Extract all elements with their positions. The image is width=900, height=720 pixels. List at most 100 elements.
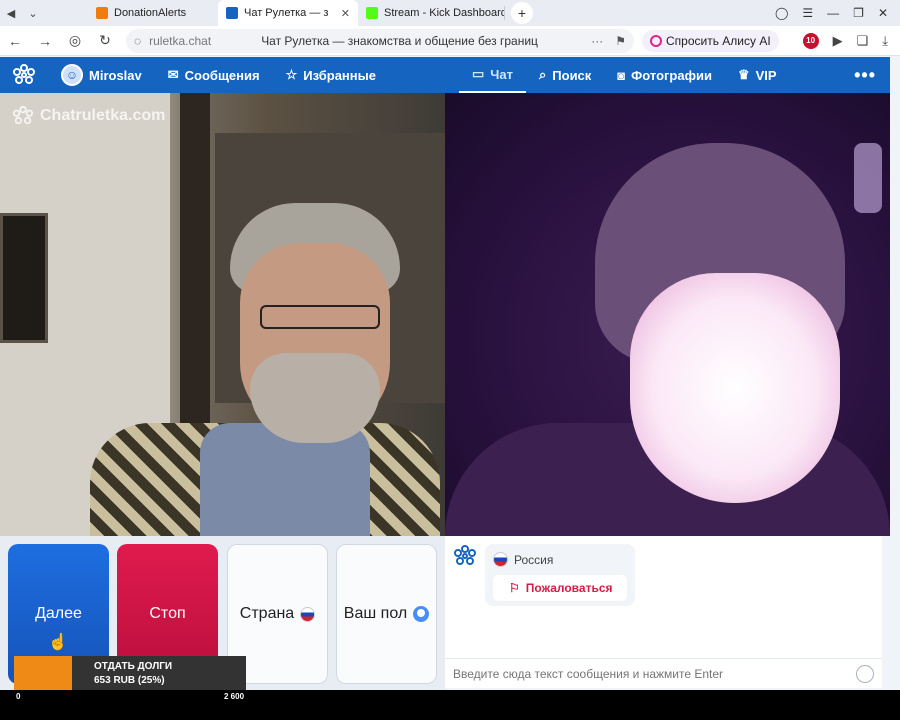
camera-icon: ◙ <box>617 67 626 83</box>
donation-progress-fill <box>14 656 72 690</box>
collections-icon[interactable]: ❏ <box>857 33 869 49</box>
tab-list-icon[interactable]: ⌄ <box>22 0 44 26</box>
wall-picture <box>0 213 48 343</box>
address-bar: ← → ◎ ↻ ◌ ruletka.chat Чат Рулетка — зна… <box>0 26 900 56</box>
twitch-pinned-tab[interactable] <box>44 0 66 26</box>
tab-label: Stream - Kick Dashboard <box>384 7 504 19</box>
alice-button[interactable]: Спросить Алису AI <box>642 29 779 52</box>
url-host: ruletka.chat <box>149 33 212 48</box>
site-header: ☺ Miroslav ✉ Сообщения ☆ Избранные ▭ Чат… <box>0 57 890 93</box>
report-label: Пожаловаться <box>525 581 613 595</box>
nav-messages[interactable]: ✉ Сообщения <box>155 57 273 93</box>
watermark-logo-icon <box>12 105 34 125</box>
chat-panel: Россия ⚐ Пожаловаться <box>445 536 882 688</box>
flag-icon: ⚐ <box>509 581 520 595</box>
tab-ruletka[interactable]: Чат Рулетка — знако ✕ <box>218 0 358 26</box>
gender-button[interactable]: Ваш пол <box>336 544 437 684</box>
forward-icon[interactable]: → <box>30 33 60 49</box>
tab-kick-dashboard[interactable]: Stream - Kick Dashboard <box>358 0 504 26</box>
nav-profile[interactable]: ☺ Miroslav <box>48 57 155 93</box>
new-tab-button[interactable]: + <box>511 2 533 24</box>
donation-amount: 653 RUB (25%) <box>94 675 165 686</box>
country-label: Страна <box>239 605 295 622</box>
donation-min: 0 <box>16 692 21 701</box>
ruletka-icon <box>226 7 238 19</box>
nav-messages-label: Сообщения <box>184 67 260 83</box>
nav-chat-label: Чат <box>490 66 513 82</box>
user-gender-icon <box>413 606 430 622</box>
speaker-icon[interactable]: ◀ <box>0 0 22 26</box>
donation-goal-widget: ОТДАТЬ ДОЛГИ 653 RUB (25%) <box>14 656 246 690</box>
restore-icon[interactable]: ❐ <box>853 6 864 20</box>
back-icon[interactable]: ← <box>0 33 30 49</box>
remote-face <box>630 273 840 503</box>
russia-flag-icon <box>300 606 316 622</box>
shield-icon: ◌ <box>134 33 142 48</box>
logo-icon[interactable] <box>0 63 48 87</box>
nav-chat[interactable]: ▭ Чат <box>458 57 526 93</box>
nav-search[interactable]: ⌕ Поиск <box>526 57 604 93</box>
more-menu-icon[interactable]: ••• <box>854 65 876 86</box>
nav-favorites-label: Избранные <box>303 67 376 83</box>
minimize-icon[interactable]: — <box>827 6 839 20</box>
avatar: ☺ <box>61 64 83 86</box>
nav-photos[interactable]: ◙ Фотографии <box>604 57 725 93</box>
browser-tabbar: ◀ ⌄ DonationAlerts Чат Рулетка — знако ✕… <box>0 0 900 26</box>
bookmark-icon[interactable]: ⚑ <box>615 34 626 48</box>
close-tab-icon[interactable]: ✕ <box>341 7 350 20</box>
twitch-pinned-tab-2[interactable] <box>66 0 88 26</box>
donation-max: 2 600 <box>224 692 245 701</box>
nav-favorites[interactable]: ☆ Избранные <box>273 57 389 93</box>
next-label: Далее <box>35 605 82 622</box>
donationalerts-icon <box>96 7 108 19</box>
chat-message-input[interactable] <box>453 666 843 681</box>
page-title: Чат Рулетка — знакомства и общение без г… <box>261 33 538 48</box>
close-window-icon[interactable]: ✕ <box>878 6 888 20</box>
yandex-icon[interactable]: ◎ <box>60 32 90 49</box>
cursor-icon: ☝ <box>48 634 68 651</box>
watermark-text: Chatruletka.com <box>40 107 166 124</box>
lamp-glow <box>854 143 882 213</box>
tab-divider <box>504 6 505 20</box>
chat-input-bar <box>445 658 882 688</box>
nav-search-label: Поиск <box>552 67 592 83</box>
alice-label: Спросить Алису AI <box>666 33 771 48</box>
donation-title: ОТДАТЬ ДОЛГИ <box>94 661 173 672</box>
media-icon[interactable]: ▶ <box>833 33 843 49</box>
profile-icon[interactable]: ◯ <box>775 6 788 20</box>
tab-label: Чат Рулетка — знако <box>244 7 329 19</box>
nav-vip[interactable]: ♛ VIP <box>725 57 790 93</box>
watermark: Chatruletka.com <box>12 105 165 127</box>
partner-info-bubble: Россия ⚐ Пожаловаться <box>485 544 635 606</box>
gender-label: Ваш пол <box>343 605 408 622</box>
more-dots-icon[interactable]: ··· <box>591 34 603 48</box>
donation-text: ОТДАТЬ ДОЛГИ 653 RUB (25%) <box>72 656 172 690</box>
stream-bottom-bar <box>0 690 900 720</box>
local-person <box>90 203 440 536</box>
url-field[interactable]: ◌ ruletka.chat Чат Рулетка — знакомства … <box>126 28 634 53</box>
star-icon: ☆ <box>285 67 298 82</box>
russia-flag-icon <box>493 552 508 567</box>
crown-icon: ♛ <box>737 67 750 82</box>
nav-vip-label: VIP <box>755 67 777 83</box>
tab-donationalerts[interactable]: DonationAlerts <box>88 0 218 26</box>
beard <box>250 353 380 443</box>
download-icon[interactable]: ⤓ <box>882 33 888 49</box>
mail-icon: ✉ <box>167 67 179 82</box>
username: Miroslav <box>89 67 142 83</box>
nav-photos-label: Фотографии <box>631 67 712 83</box>
search-icon: ⌕ <box>539 67 547 82</box>
video-camera-icon: ▭ <box>471 66 485 81</box>
remote-video <box>445 93 890 536</box>
glasses <box>260 305 380 329</box>
menu-icon[interactable]: ☰ <box>802 6 813 20</box>
report-button[interactable]: ⚐ Пожаловаться <box>493 575 627 601</box>
partner-country-label: Россия <box>514 552 554 567</box>
reload-icon[interactable]: ↻ <box>90 32 120 49</box>
partner-country: Россия <box>493 552 627 567</box>
extension-badge-icon[interactable]: 10 <box>802 32 819 49</box>
emoji-icon[interactable] <box>856 664 874 683</box>
stop-label: Стоп <box>149 605 186 622</box>
tab-label: DonationAlerts <box>114 7 187 19</box>
tshirt <box>200 423 370 536</box>
